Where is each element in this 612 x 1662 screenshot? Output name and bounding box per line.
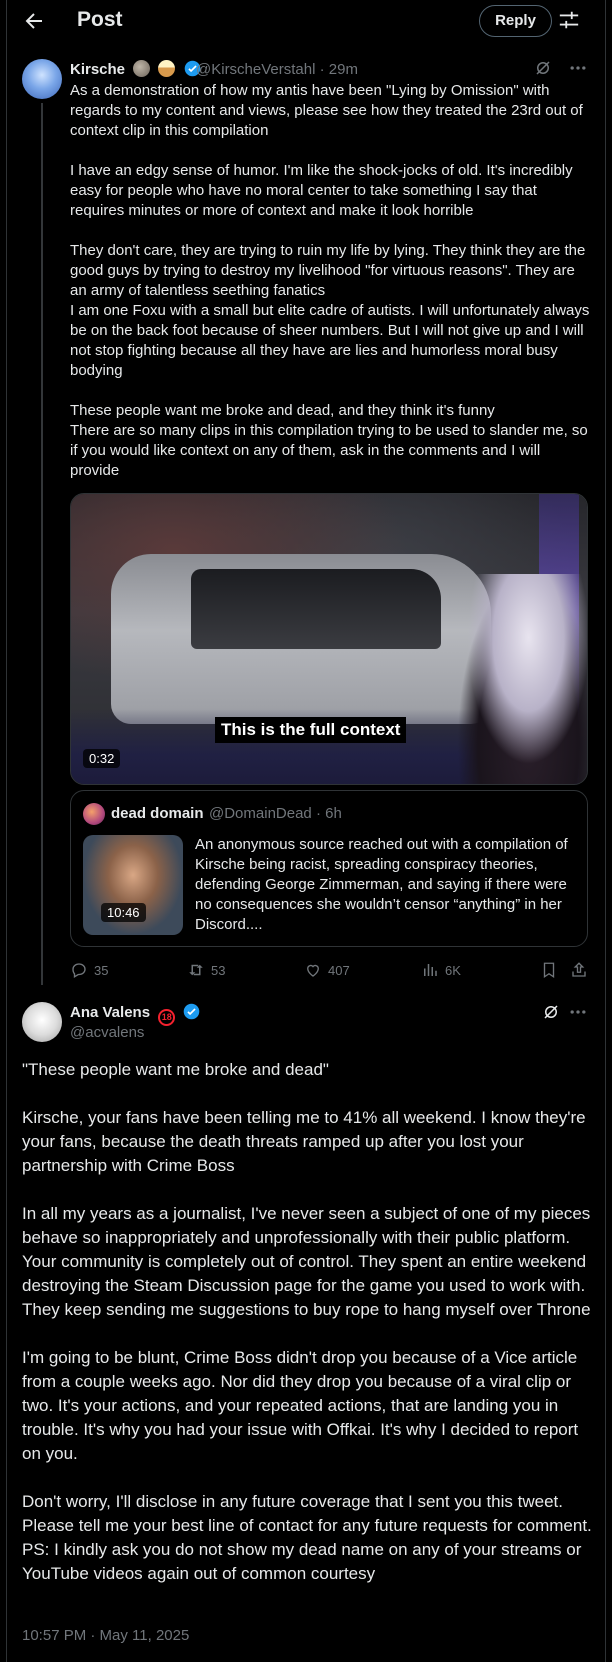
- bookmark-icon: [543, 962, 555, 979]
- views-icon: [424, 964, 437, 976]
- quoted-tweet[interactable]: dead domain @DomainDead · 6h 10:46 An an…: [70, 790, 588, 947]
- avatar[interactable]: [22, 1002, 62, 1042]
- repost-count: 53: [211, 962, 226, 978]
- thread-connector: [41, 103, 43, 985]
- sliders-icon[interactable]: [558, 9, 580, 31]
- share-action[interactable]: [570, 960, 594, 980]
- moon-emoji-icon: [133, 60, 151, 77]
- like-action[interactable]: 407: [304, 960, 350, 980]
- like-count: 407: [328, 962, 350, 978]
- repost-action[interactable]: 53: [187, 960, 225, 980]
- page-title: Post: [77, 8, 123, 31]
- heart-icon: [307, 964, 319, 977]
- bookmark-action[interactable]: [540, 960, 564, 980]
- author-name[interactable]: Kirsche: [70, 60, 201, 78]
- video-duration: 0:32: [83, 749, 121, 768]
- share-icon: [572, 962, 586, 977]
- more-options-icon[interactable]: [568, 1002, 588, 1022]
- back-arrow-icon[interactable]: [22, 9, 46, 33]
- quoted-avatar: [83, 803, 105, 825]
- avatar[interactable]: [22, 59, 62, 99]
- reply-count: 35: [94, 962, 109, 978]
- quoted-author-name: dead domain: [111, 805, 204, 822]
- top-bar: Post Reply: [0, 0, 612, 42]
- quoted-video-thumbnail: 10:46: [83, 835, 183, 935]
- reply-icon: [72, 963, 86, 978]
- vtuber-avatar-image: [457, 574, 587, 784]
- action-bar: 35 53 407 6K: [70, 960, 590, 980]
- tweet-text: "These people want me broke and dead" Ki…: [22, 1060, 592, 1583]
- reply-action[interactable]: 35: [70, 960, 108, 980]
- reply-button[interactable]: Reply: [479, 5, 552, 37]
- author-name-text[interactable]: Ana Valens: [70, 1004, 150, 1021]
- grok-icon[interactable]: [534, 59, 552, 77]
- tweet-text: As a demonstration of how my antis have …: [70, 82, 590, 479]
- age-18-badge-icon: 18: [158, 1009, 176, 1026]
- views-count: 6K: [445, 962, 461, 978]
- car-window-image: [191, 569, 441, 649]
- author-handle-time[interactable]: @KirscheVerstahl · 29m: [196, 61, 358, 78]
- author-name[interactable]: Ana Valens 18: [70, 1003, 200, 1026]
- grok-icon[interactable]: [542, 1003, 560, 1021]
- author-name-text[interactable]: Kirsche: [70, 61, 125, 78]
- cupcake-emoji-icon: [158, 60, 176, 77]
- quoted-text: An anonymous source reached out with a c…: [195, 836, 568, 933]
- author-handle[interactable]: @acvalens: [70, 1024, 144, 1041]
- quoted-handle-time: @DomainDead · 6h: [209, 805, 342, 822]
- repost-icon: [189, 964, 203, 976]
- video-caption: This is the full context: [215, 717, 407, 743]
- views-action[interactable]: 6K: [421, 960, 461, 980]
- quoted-video-duration: 10:46: [101, 903, 146, 922]
- post-timestamp[interactable]: 10:57 PM · May 11, 2025: [22, 1627, 189, 1644]
- video-player[interactable]: This is the full context 0:32: [70, 493, 588, 785]
- verified-badge-icon: [184, 1003, 200, 1020]
- more-options-icon[interactable]: [568, 58, 588, 78]
